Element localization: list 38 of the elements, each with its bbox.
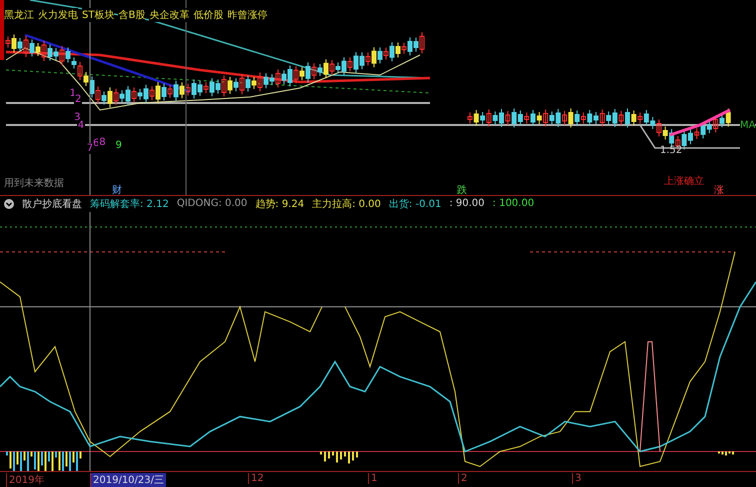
count-label: 8 (98, 137, 107, 148)
sector-tag: ST板块 (82, 8, 114, 22)
sector-tag: 低价股 (193, 8, 224, 22)
signal-label: 上涨确立 (664, 174, 704, 188)
count-label: 9 (114, 140, 123, 151)
indicator-reading: 主力拉高: 0.00 (312, 198, 381, 211)
indicator-reading: : 90.00 (449, 198, 485, 210)
time-axis-label: 12 (248, 473, 266, 484)
collapse-icon[interactable] (4, 198, 14, 209)
time-axis-label: 1 (368, 473, 380, 484)
count-label: 7 (86, 143, 94, 154)
signal-marker: 财 (112, 184, 122, 197)
panel-edge-bar (0, 0, 4, 60)
future-data-notice: 用到未来数据 (4, 176, 64, 190)
sector-tag: 昨曾涨停 (227, 8, 268, 22)
indicator-reading: 出货: -0.01 (388, 198, 442, 211)
indicator-reading: QIDONG: 0.00 (176, 198, 248, 210)
sector-tag: 含B股 (118, 8, 146, 22)
signal-marker: 涨 (714, 184, 724, 197)
sector-tag: 央企改革 (149, 8, 190, 22)
low-price-label: 1.52 (660, 145, 682, 156)
indicator-reading: 筹码解套率: 2.12 (90, 198, 169, 211)
count-label: 4 (76, 120, 86, 131)
time-axis-label: 3 (572, 473, 584, 484)
trend-line (670, 108, 731, 136)
histogram-bar-cluster (718, 451, 734, 456)
ma-label: MA (740, 120, 756, 131)
histogram-bar-cluster (320, 451, 358, 464)
indicator-title: 散户抄底看盘 (22, 198, 82, 211)
time-axis-label: 2 (458, 473, 470, 484)
indicator-reading: 趋势: 9.24 (255, 198, 304, 211)
signal-marker: 跌 (457, 184, 467, 197)
sector-tag: 黑龙江 (4, 8, 34, 22)
indicator-reading: : 100.00 (492, 198, 534, 210)
time-axis-label: 2019/10/23/三 (90, 473, 166, 487)
sector-tag: 火力发电 (38, 8, 78, 22)
count-label: 2 (74, 94, 82, 105)
time-axis-label: 2019年 (6, 473, 46, 487)
